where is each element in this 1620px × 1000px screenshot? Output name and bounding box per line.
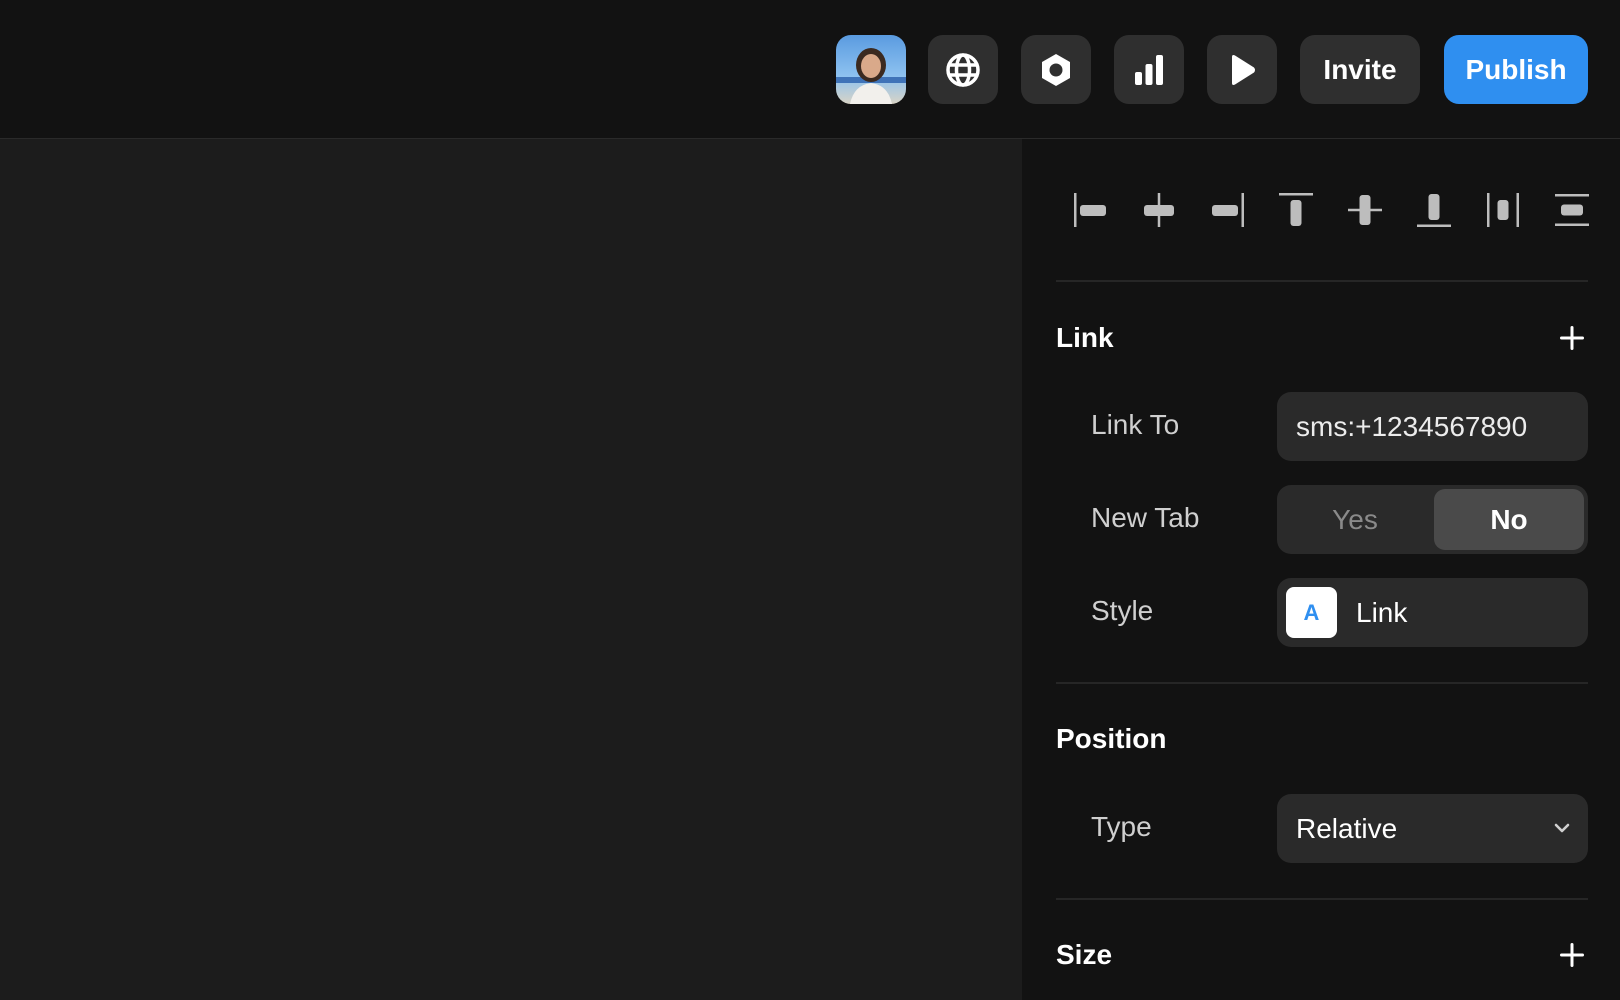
position-section-title: Position	[1056, 723, 1167, 754]
align-center-horizontal-icon	[1144, 193, 1174, 227]
design-canvas[interactable]	[0, 139, 1022, 1000]
analytics-icon	[1135, 54, 1163, 85]
globe-button[interactable]	[928, 35, 998, 104]
new-tab-yes-option[interactable]: Yes	[1281, 489, 1429, 550]
new-tab-label: New Tab	[1091, 502, 1200, 533]
plus-icon	[1560, 326, 1584, 350]
align-center-vertical-icon	[1348, 195, 1382, 225]
link-to-label: Link To	[1091, 409, 1180, 440]
align-left-button[interactable]	[1060, 180, 1120, 240]
distribute-horizontal-button[interactable]	[1473, 180, 1533, 240]
align-right-button[interactable]	[1198, 180, 1258, 240]
align-left-icon	[1074, 193, 1106, 227]
plus-icon	[1560, 943, 1584, 967]
text-style-icon: A	[1286, 587, 1337, 638]
invite-button[interactable]: Invite	[1300, 35, 1420, 104]
section-divider	[1056, 280, 1588, 282]
size-section-title: Size	[1056, 939, 1113, 970]
align-top-button[interactable]	[1266, 180, 1326, 240]
publish-button[interactable]: Publish	[1444, 35, 1588, 104]
link-section-title: Link	[1056, 322, 1114, 353]
settings-button[interactable]	[1021, 35, 1091, 104]
style-selector[interactable]: A Link	[1277, 578, 1588, 647]
chevron-down-icon	[1554, 823, 1570, 833]
add-size-button[interactable]	[1556, 939, 1588, 971]
position-type-label: Type	[1091, 811, 1152, 842]
position-type-value: Relative	[1296, 812, 1398, 844]
align-center-horizontal-button[interactable]	[1129, 180, 1189, 240]
align-bottom-button[interactable]	[1404, 180, 1464, 240]
align-top-icon	[1279, 193, 1313, 226]
position-type-select[interactable]: Relative	[1277, 794, 1588, 863]
settings-hex-icon	[1042, 53, 1070, 86]
style-value: Link	[1356, 596, 1408, 628]
new-tab-toggle: Yes No	[1277, 485, 1588, 554]
link-to-input[interactable]: sms:+1234567890	[1277, 392, 1588, 461]
distribute-horizontal-icon	[1487, 193, 1519, 227]
preview-button[interactable]	[1207, 35, 1277, 104]
play-icon	[1232, 54, 1255, 85]
alignment-toolbar	[1056, 180, 1589, 240]
new-tab-no-option[interactable]: No	[1434, 489, 1584, 550]
style-label: Style	[1091, 595, 1154, 626]
user-avatar[interactable]	[836, 35, 906, 104]
properties-panel	[1022, 139, 1620, 1000]
section-divider	[1056, 898, 1588, 900]
distribute-vertical-icon	[1555, 194, 1589, 226]
align-center-vertical-button[interactable]	[1335, 180, 1395, 240]
align-bottom-icon	[1417, 194, 1451, 227]
globe-icon	[946, 52, 980, 87]
align-right-icon	[1212, 193, 1244, 227]
analytics-button[interactable]	[1114, 35, 1184, 104]
add-link-button[interactable]	[1556, 322, 1588, 354]
section-divider	[1056, 682, 1588, 684]
distribute-vertical-button[interactable]	[1542, 180, 1602, 240]
